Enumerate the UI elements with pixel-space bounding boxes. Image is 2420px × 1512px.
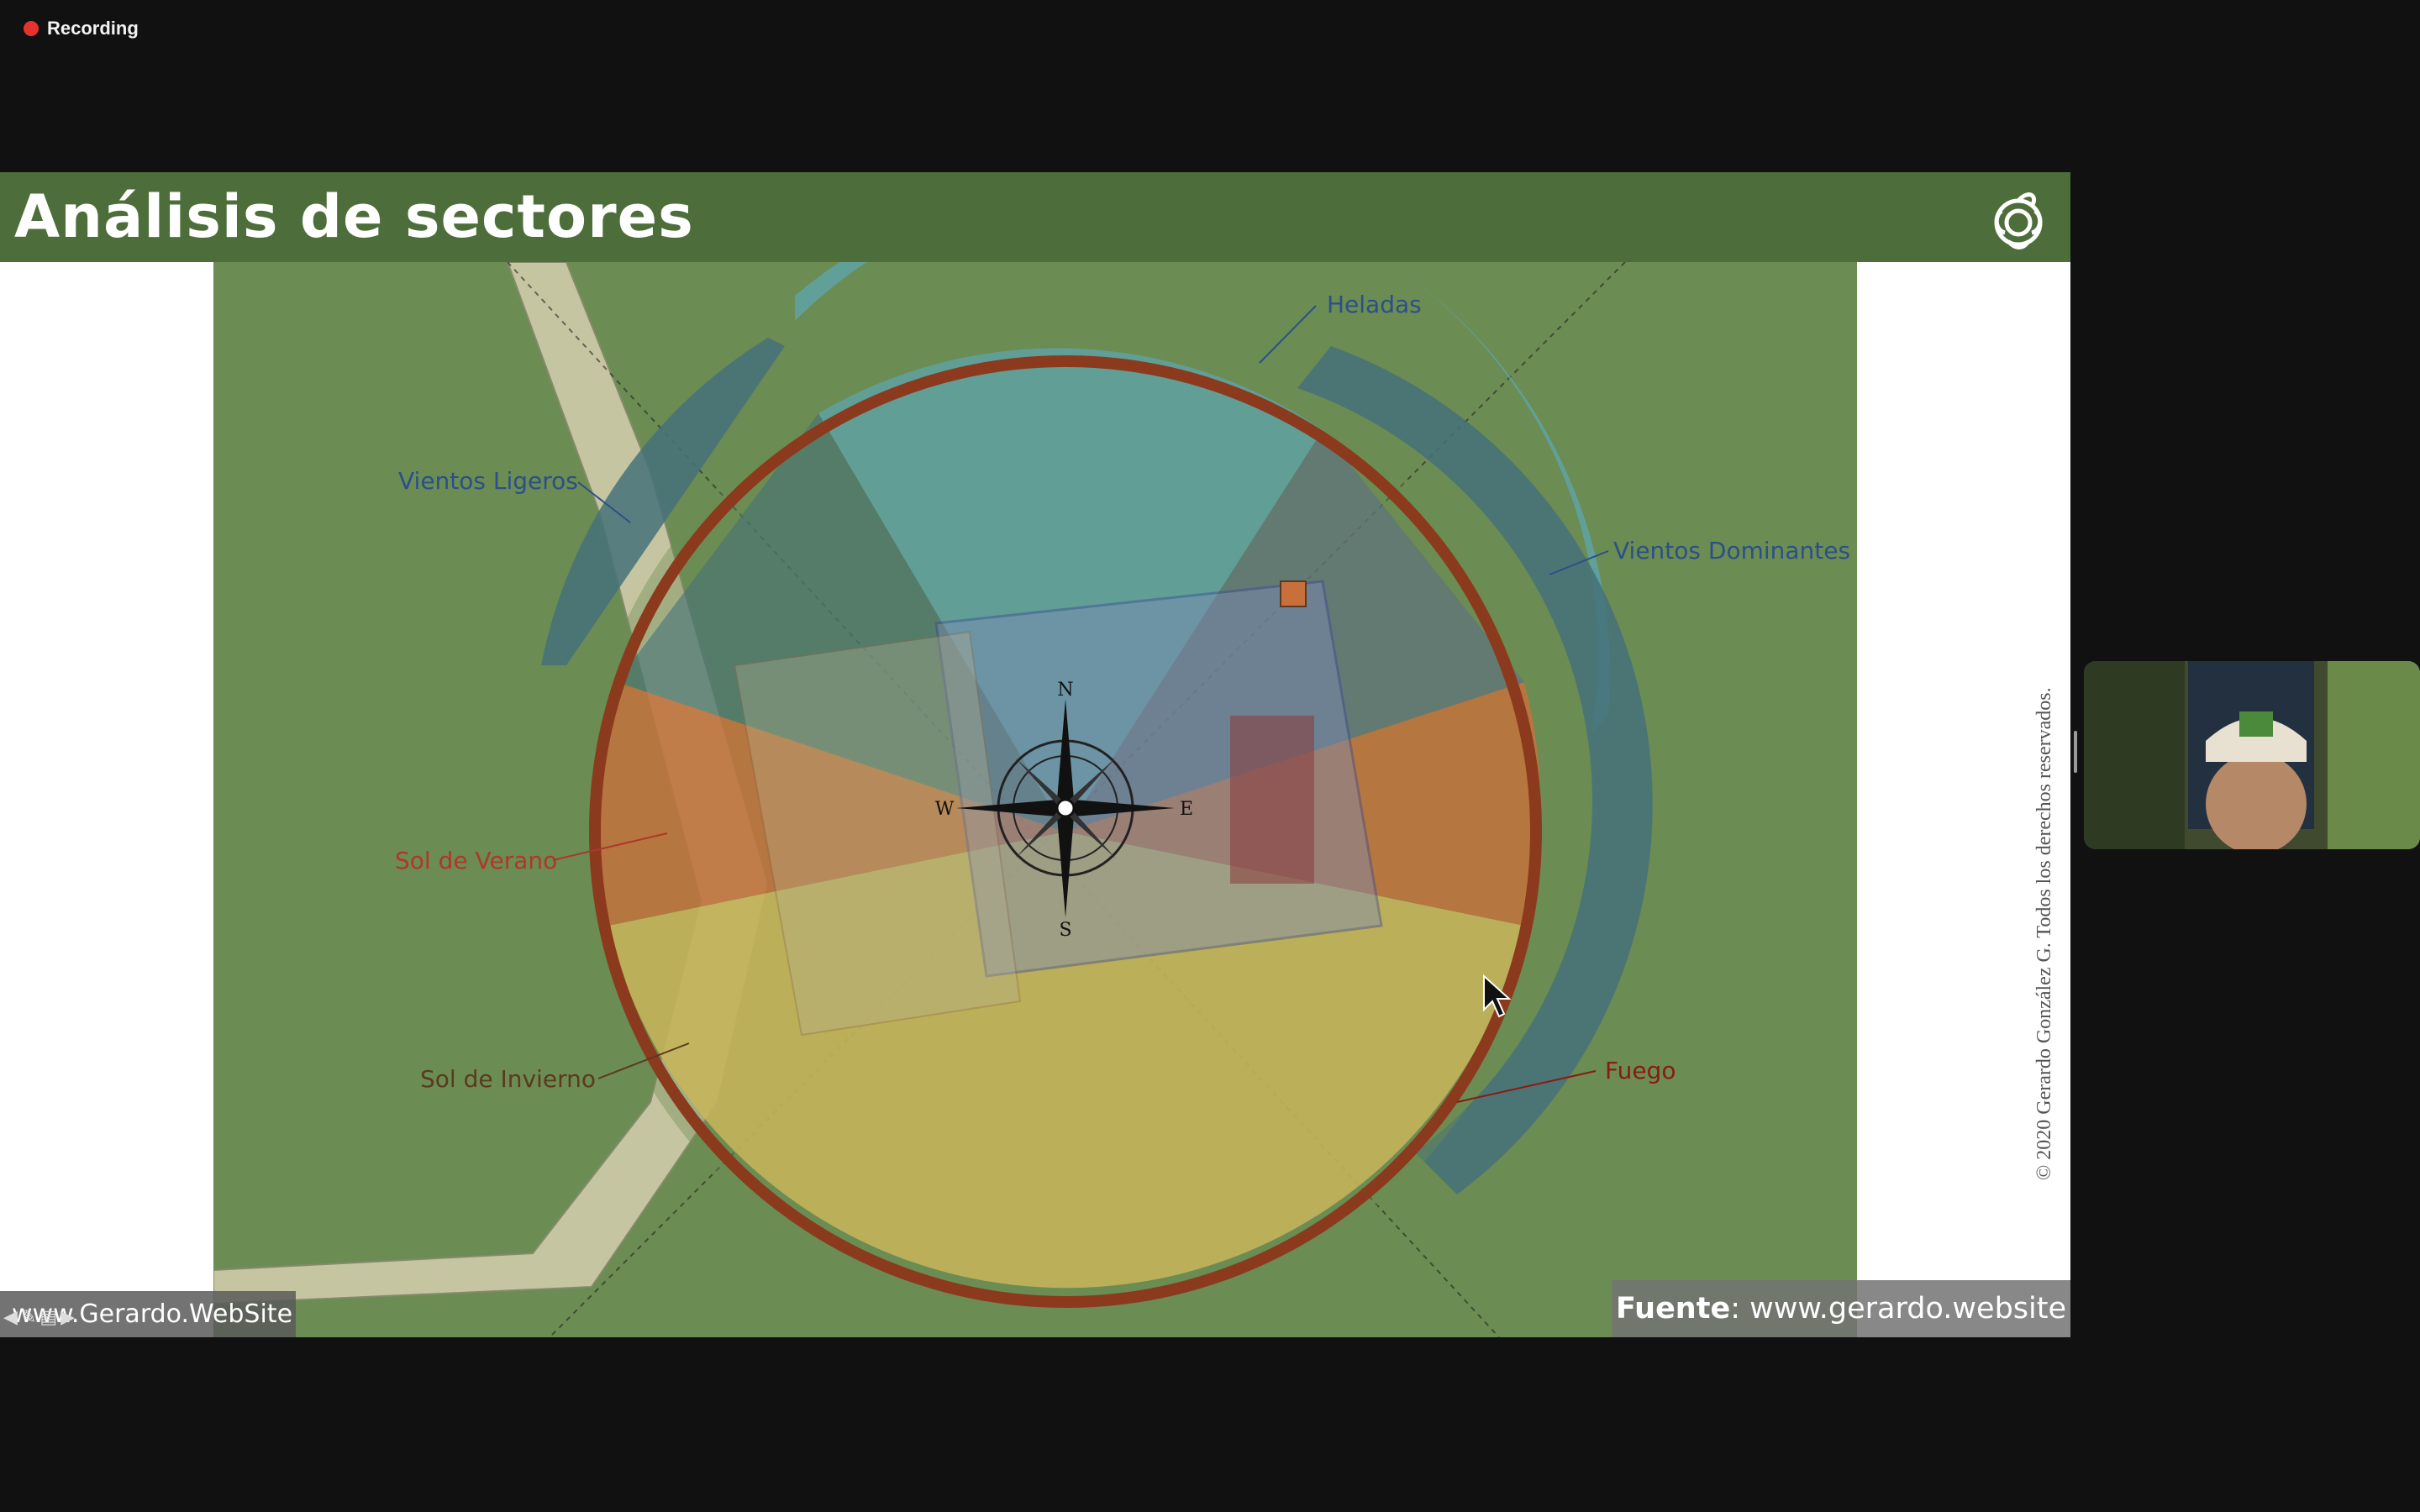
- shared-slide: Análisis de sectores N S E W Heladas Vie…: [0, 172, 2070, 1337]
- sector-analysis-map: N S E W Heladas Vientos Ligeros Vientos …: [213, 262, 1857, 1337]
- label-sol-invierno: Sol de Invierno: [420, 1065, 596, 1093]
- recording-label: Recording: [47, 18, 139, 39]
- prev-slide-icon[interactable]: ◀: [3, 1306, 18, 1331]
- compass-e: E: [1180, 799, 1193, 820]
- label-vientos-ligeros: Vientos Ligeros: [398, 467, 578, 495]
- source-prefix: Fuente: [1615, 1292, 1731, 1326]
- label-sol-verano: Sol de Verano: [395, 847, 557, 874]
- participant-video-frame: [2084, 661, 2420, 849]
- compass-s: S: [1059, 920, 1071, 941]
- compass-n: N: [1057, 680, 1073, 701]
- recording-dot-icon: [24, 21, 39, 36]
- slide-nav-controls[interactable]: ◀ ✎ ▤ ▶: [3, 1306, 103, 1331]
- next-slide-icon[interactable]: ▶: [60, 1306, 75, 1331]
- copyright-notice: © 2020 Gerardo González G. Todos los der…: [2033, 687, 2055, 1180]
- participant-video[interactable]: [2084, 661, 2420, 849]
- label-heladas: Heladas: [1327, 291, 1422, 318]
- slide-title: Análisis de sectores: [14, 182, 694, 251]
- knot-logo-icon: [1994, 192, 2043, 249]
- source-url: : www.gerardo.website: [1730, 1292, 2067, 1326]
- panel-resize-handle[interactable]: [2074, 731, 2077, 773]
- source-caption: Fuente: www.gerardo.website: [1612, 1280, 2070, 1337]
- label-vientos-dominantes: Vientos Dominantes: [1613, 537, 1850, 564]
- compass-w: W: [935, 799, 955, 820]
- label-fuego: Fuego: [1605, 1057, 1676, 1084]
- pen-icon[interactable]: ✎: [21, 1306, 36, 1331]
- recording-indicator: Recording: [24, 17, 139, 40]
- menu-icon[interactable]: ▤: [39, 1306, 57, 1331]
- slide-header: Análisis de sectores: [0, 172, 2070, 262]
